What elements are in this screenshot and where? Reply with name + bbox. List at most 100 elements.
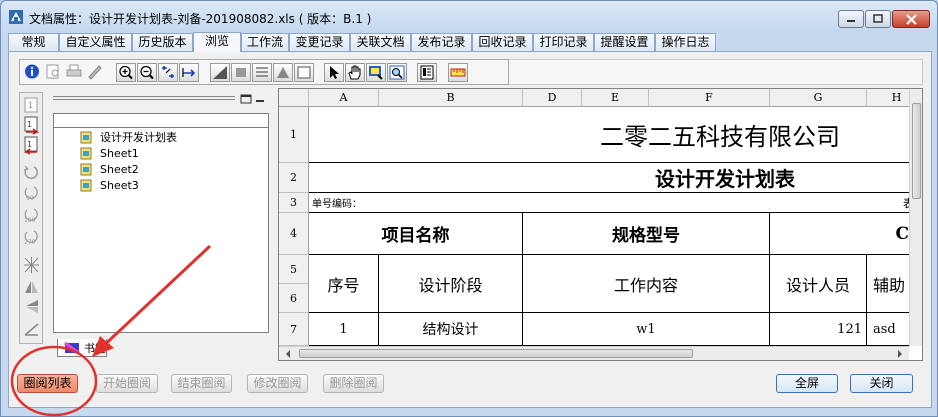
zoom-out-button[interactable] [137,63,157,82]
mirror-vertical-button[interactable] [22,277,41,297]
tool-button-3[interactable] [252,63,272,82]
tab-bar: 常规 自定义属性 历史版本 浏览 工作流 变更记录 关联文档 发布记录 回收记录… [8,32,932,52]
tree-item-label: Sheet1 [100,146,139,160]
spreadsheet-viewer: A B D E F G H 1 2 3 4 5 6 7 二零二五科技有限公司 设… [278,88,923,361]
rotate-270-button[interactable]: 270 [22,227,41,247]
bookmark-icon [64,341,80,354]
document-properties-window: 文档属性：设计开发计划表-刘备-201908082.xls ( 版本：B.1 )… [0,0,938,417]
start-circle-button[interactable]: 开始圈阅 [96,374,158,393]
designer-header: 设计人员 [770,255,867,313]
tab-general[interactable]: 常规 [8,33,59,51]
vertical-scrollbar[interactable] [909,89,922,346]
first-page-icon: 1 [24,97,38,113]
fit-arrows-icon [162,66,174,78]
zoom-out-icon [140,65,154,80]
tree-item-sheet2[interactable]: Sheet2 [80,161,139,177]
tool-button-5[interactable] [294,63,314,82]
pan-button[interactable] [345,63,365,82]
rotate-180-button[interactable]: 180 [22,205,41,225]
column-header[interactable]: A [309,89,379,107]
vertical-scroll-thumb[interactable] [912,103,921,199]
measure-button[interactable] [448,63,468,82]
row-header[interactable]: 4 [279,213,309,255]
circle-list-button[interactable]: 圈阅列表 [17,374,78,393]
print-button[interactable] [65,63,85,82]
scroll-left-icon[interactable] [283,348,293,360]
prev-page-button[interactable]: 1 [22,115,41,135]
column-header[interactable]: F [649,89,770,107]
scroll-right-icon[interactable] [895,348,905,360]
select-button[interactable] [324,63,344,82]
flip-button[interactable] [22,255,41,275]
tab-related-docs[interactable]: 关联文档 [350,33,411,51]
tree-item-sheet1[interactable]: Sheet1 [80,145,139,161]
tab-history-versions[interactable]: 历史版本 [132,33,193,51]
tab-custom-attributes[interactable]: 自定义属性 [59,33,132,51]
fullscreen-button[interactable]: 全屏 [776,374,838,393]
panel-restore-icon[interactable] [239,94,269,104]
minimize-button[interactable] [838,10,864,28]
modify-circle-button[interactable]: 修改圈阅 [247,374,308,393]
table-cell: 121 [770,313,867,346]
horizontal-scrollbar[interactable] [279,346,909,360]
maximize-button[interactable] [865,10,891,28]
magnifier-button[interactable] [366,63,386,82]
row-header[interactable]: 6 [279,284,309,313]
column-header[interactable]: G [770,89,867,107]
tool-button-4[interactable] [273,63,293,82]
mirror-horizontal-button[interactable] [22,297,41,317]
annotate-button[interactable] [86,63,106,82]
page-view-icon [420,65,434,80]
print-preview-button[interactable] [44,63,64,82]
row-header[interactable]: 3 [279,193,309,213]
row-header[interactable]: 1 [279,107,309,163]
tool-button-2[interactable] [231,63,251,82]
page-view-button[interactable] [417,63,437,82]
tree-item-sheet3[interactable]: Sheet3 [80,177,139,193]
area-zoom-button[interactable] [387,63,407,82]
delete-circle-button[interactable]: 删除圈阅 [323,374,384,393]
tab-workflow[interactable]: 工作流 [241,33,289,51]
sheet-grid: A B D E F G H 1 2 3 4 5 6 7 二零二五科技有限公司 设… [279,89,909,346]
panel-grip[interactable] [53,96,235,100]
column-header[interactable]: H [867,89,909,107]
svg-text:1: 1 [28,101,33,110]
tab-browse[interactable]: 浏览 [193,32,241,52]
project-name-header: 项目名称 [309,213,523,255]
fit-width-button[interactable] [179,63,199,82]
row-header[interactable]: 7 [279,313,309,346]
tab-recycle-records[interactable]: 回收记录 [472,33,533,51]
column-header[interactable]: E [582,89,649,107]
row-header[interactable]: 5 [279,255,309,284]
company-name-cell: 二零二五科技有限公司 [309,107,909,163]
app-icon [9,10,23,24]
row-header[interactable]: 2 [279,163,309,193]
tab-publish-records[interactable]: 发布记录 [411,33,472,51]
column-header[interactable]: B [379,89,523,107]
reset-view-button[interactable] [22,319,41,339]
tree-item-label: 设计开发计划表 [100,131,177,144]
tab-change-records[interactable]: 变更记录 [289,33,350,51]
rotate-90-button[interactable]: 90 [22,183,41,203]
close-button[interactable]: 关闭 [850,374,913,393]
tab-reminder-settings[interactable]: 提醒设置 [594,33,655,51]
rotate-left-button[interactable] [22,163,41,183]
frame-icon [297,66,311,79]
tab-operation-log[interactable]: 操作日志 [655,33,716,51]
info-button[interactable] [23,63,43,82]
column-header[interactable]: D [523,89,582,107]
tree-header [54,114,268,128]
first-page-button[interactable]: 1 [22,95,41,115]
bookmark-tab[interactable]: 书签 [57,339,107,357]
horizontal-scroll-thumb[interactable] [299,349,693,358]
panel-window-controls [239,93,269,104]
close-window-button[interactable] [892,10,930,28]
end-circle-button[interactable]: 结束圈阅 [171,374,232,393]
tool-button-1[interactable] [210,63,230,82]
tab-print-records[interactable]: 打印记录 [533,33,594,51]
fit-page-button[interactable] [158,63,178,82]
zoom-in-button[interactable] [116,63,136,82]
next-page-button[interactable]: 1 [22,135,41,155]
next-page-icon: 1 [23,136,38,155]
tree-item-workbook[interactable]: 设计开发计划表 [80,129,177,145]
